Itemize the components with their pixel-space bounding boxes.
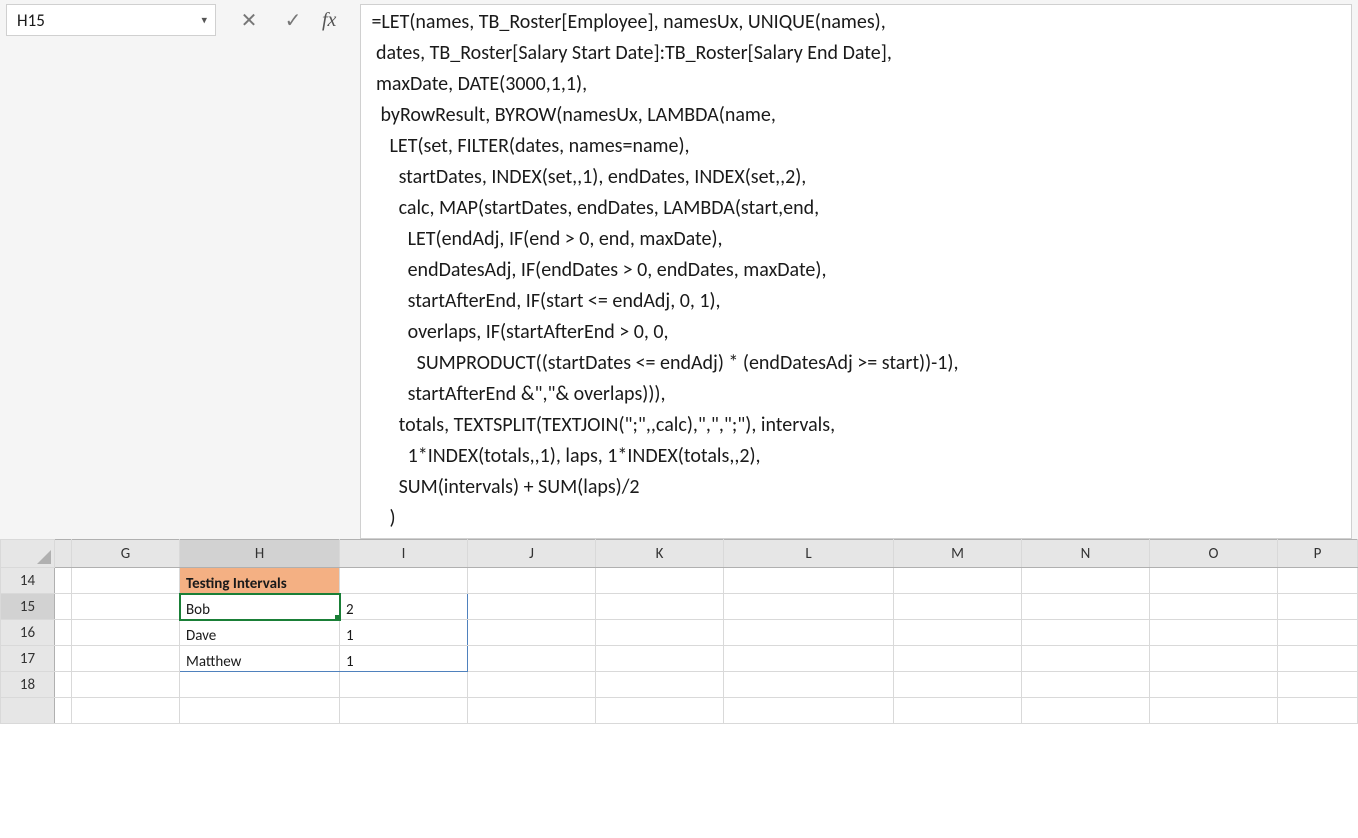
column-header-M[interactable]: M xyxy=(894,540,1022,568)
cell-J19[interactable] xyxy=(468,698,596,724)
cell-K18[interactable] xyxy=(596,672,724,698)
cell-G14[interactable] xyxy=(72,568,180,594)
spreadsheet-grid[interactable]: GHIJKLMNOP 14 Testing Intervals 15 Bob2 16 Dav… xyxy=(0,539,1358,838)
cell-I14[interactable] xyxy=(340,568,468,594)
cell-M14[interactable] xyxy=(894,568,1022,594)
cell-K17[interactable] xyxy=(596,646,724,672)
cell-L18[interactable] xyxy=(724,672,894,698)
enter-icon[interactable]: ✓ xyxy=(278,5,308,35)
cell-H16[interactable]: Dave xyxy=(180,620,340,646)
gutter xyxy=(55,540,72,568)
column-header-O[interactable]: O xyxy=(1150,540,1278,568)
cell-H17[interactable]: Matthew xyxy=(180,646,340,672)
cell-O16[interactable] xyxy=(1150,620,1278,646)
cell-J16[interactable] xyxy=(468,620,596,646)
cell-M16[interactable] xyxy=(894,620,1022,646)
formula-bar-buttons: ✕ ✓ fx xyxy=(234,4,342,36)
fx-icon[interactable]: fx xyxy=(322,4,336,36)
cancel-icon[interactable]: ✕ xyxy=(234,5,264,35)
cell-J14[interactable] xyxy=(468,568,596,594)
cell-O14[interactable] xyxy=(1150,568,1278,594)
cell-J15[interactable] xyxy=(468,594,596,620)
cell-P16[interactable] xyxy=(1278,620,1358,646)
cell-I17[interactable]: 1 xyxy=(340,646,468,672)
column-header-J[interactable]: J xyxy=(468,540,596,568)
cell-L16[interactable] xyxy=(724,620,894,646)
cell-N16[interactable] xyxy=(1022,620,1150,646)
cell-G16[interactable] xyxy=(72,620,180,646)
row-header-18[interactable]: 18 xyxy=(1,672,55,698)
cell-O17[interactable] xyxy=(1150,646,1278,672)
cell-P17[interactable] xyxy=(1278,646,1358,672)
cell-J18[interactable] xyxy=(468,672,596,698)
cell-I16[interactable]: 1 xyxy=(340,620,468,646)
chevron-down-icon[interactable]: ▾ xyxy=(201,14,207,27)
column-header-K[interactable]: K xyxy=(596,540,724,568)
cell-L15[interactable] xyxy=(724,594,894,620)
gutter-cell xyxy=(55,620,72,646)
cell-M17[interactable] xyxy=(894,646,1022,672)
cell-G19[interactable] xyxy=(72,698,180,724)
cell-L19[interactable] xyxy=(724,698,894,724)
gutter-cell xyxy=(55,672,72,698)
column-header-I[interactable]: I xyxy=(340,540,468,568)
cell-M19[interactable] xyxy=(894,698,1022,724)
cell-H15[interactable]: Bob xyxy=(180,594,340,620)
name-box[interactable]: H15 ▾ xyxy=(6,4,216,36)
cell-O18[interactable] xyxy=(1150,672,1278,698)
cell-L14[interactable] xyxy=(724,568,894,594)
cell-K16[interactable] xyxy=(596,620,724,646)
cell-G18[interactable] xyxy=(72,672,180,698)
cell-P14[interactable] xyxy=(1278,568,1358,594)
gutter-cell xyxy=(55,568,72,594)
row-header-15[interactable]: 15 xyxy=(1,594,55,620)
cell-I19[interactable] xyxy=(340,698,468,724)
cell-O19[interactable] xyxy=(1150,698,1278,724)
cell-G15[interactable] xyxy=(72,594,180,620)
name-box-value: H15 xyxy=(17,10,45,31)
row-header-14[interactable]: 14 xyxy=(1,568,55,594)
cell-N14[interactable] xyxy=(1022,568,1150,594)
cell-N18[interactable] xyxy=(1022,672,1150,698)
gutter-cell xyxy=(55,646,72,672)
cell-P18[interactable] xyxy=(1278,672,1358,698)
cell-K19[interactable] xyxy=(596,698,724,724)
cell-N19[interactable] xyxy=(1022,698,1150,724)
cell-I15[interactable]: 2 xyxy=(340,594,468,620)
cell-I18[interactable] xyxy=(340,672,468,698)
cell-J17[interactable] xyxy=(468,646,596,672)
gutter-cell xyxy=(55,594,72,620)
cell-N15[interactable] xyxy=(1022,594,1150,620)
column-header-P[interactable]: P xyxy=(1278,540,1358,568)
cell-H19[interactable] xyxy=(180,698,340,724)
formula-bar[interactable]: =LET(names, TB_Roster[Employee], namesUx… xyxy=(360,4,1352,539)
cell-N17[interactable] xyxy=(1022,646,1150,672)
cell-P19[interactable] xyxy=(1278,698,1358,724)
select-all-corner[interactable] xyxy=(1,540,55,568)
cell-K15[interactable] xyxy=(596,594,724,620)
cell-P15[interactable] xyxy=(1278,594,1358,620)
formula-toolbar: H15 ▾ ✕ ✓ fx =LET(names, TB_Roster[Emplo… xyxy=(0,0,1358,539)
cell-H14[interactable]: Testing Intervals xyxy=(180,568,340,594)
row-header-17[interactable]: 17 xyxy=(1,646,55,672)
cell-O15[interactable] xyxy=(1150,594,1278,620)
column-header-G[interactable]: G xyxy=(72,540,180,568)
cell-M15[interactable] xyxy=(894,594,1022,620)
row-header-19[interactable] xyxy=(1,698,55,724)
cell-H18[interactable] xyxy=(180,672,340,698)
column-header-H[interactable]: H xyxy=(180,540,340,568)
column-header-N[interactable]: N xyxy=(1022,540,1150,568)
cell-K14[interactable] xyxy=(596,568,724,594)
column-header-L[interactable]: L xyxy=(724,540,894,568)
cell-L17[interactable] xyxy=(724,646,894,672)
row-header-16[interactable]: 16 xyxy=(1,620,55,646)
gutter-cell xyxy=(55,698,72,724)
cell-G17[interactable] xyxy=(72,646,180,672)
cell-M18[interactable] xyxy=(894,672,1022,698)
